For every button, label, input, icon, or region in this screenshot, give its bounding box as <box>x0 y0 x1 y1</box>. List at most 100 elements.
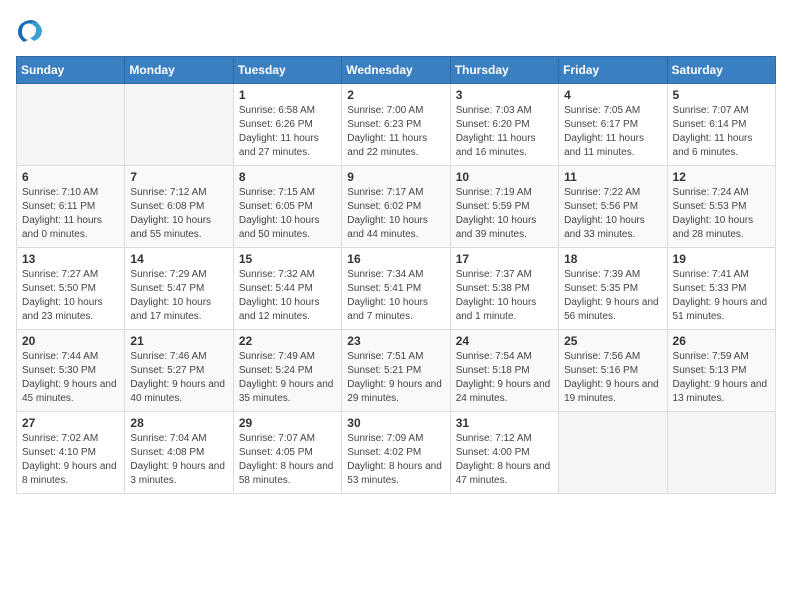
calendar-cell: 2 Sunrise: 7:00 AM Sunset: 6:23 PM Daylig… <box>342 84 450 166</box>
day-info: Sunrise: 7:09 AM Sunset: 4:02 PM Dayligh… <box>347 432 444 488</box>
day-info: Sunrise: 7:15 AM Sunset: 6:05 PM Dayligh… <box>239 186 336 242</box>
day-number: 6 <box>22 170 119 184</box>
day-info: Sunrise: 7:02 AM Sunset: 4:10 PM Dayligh… <box>22 432 119 488</box>
day-info: Sunrise: 7:05 AM Sunset: 6:17 PM Dayligh… <box>564 104 661 160</box>
day-info: Sunrise: 7:41 AM Sunset: 5:33 PM Dayligh… <box>673 268 770 324</box>
day-info: Sunrise: 7:24 AM Sunset: 5:53 PM Dayligh… <box>673 186 770 242</box>
day-info: Sunrise: 7:46 AM Sunset: 5:27 PM Dayligh… <box>130 350 227 406</box>
day-info: Sunrise: 7:37 AM Sunset: 5:38 PM Dayligh… <box>456 268 553 324</box>
week-row-3: 13 Sunrise: 7:27 AM Sunset: 5:50 PM Dayli… <box>17 248 776 330</box>
week-row-4: 20 Sunrise: 7:44 AM Sunset: 5:30 PM Dayli… <box>17 330 776 412</box>
weekday-tuesday: Tuesday <box>233 57 341 84</box>
day-info: Sunrise: 7:29 AM Sunset: 5:47 PM Dayligh… <box>130 268 227 324</box>
day-info: Sunrise: 7:59 AM Sunset: 5:13 PM Dayligh… <box>673 350 770 406</box>
calendar-cell: 8Sunrise: 7:15 AM Sunset: 6:05 PM Daylig… <box>233 166 341 248</box>
calendar-cell: 22Sunrise: 7:49 AM Sunset: 5:24 PM Dayli… <box>233 330 341 412</box>
day-number: 20 <box>22 334 119 348</box>
day-number: 5 <box>673 88 770 102</box>
weekday-friday: Friday <box>559 57 667 84</box>
day-info: Sunrise: 7:04 AM Sunset: 4:08 PM Dayligh… <box>130 432 227 488</box>
day-info: Sunrise: 7:51 AM Sunset: 5:21 PM Dayligh… <box>347 350 444 406</box>
calendar-cell: 24 Sunrise: 7:54 AM Sunset: 5:18 PM Dayli… <box>450 330 558 412</box>
day-number: 28 <box>130 416 227 430</box>
calendar-cell: 20 Sunrise: 7:44 AM Sunset: 5:30 PM Dayli… <box>17 330 125 412</box>
day-number: 12 <box>673 170 770 184</box>
calendar-cell: 3 Sunrise: 7:03 AM Sunset: 6:20 PM Daylig… <box>450 84 558 166</box>
weekday-sunday: Sunday <box>17 57 125 84</box>
day-number: 13 <box>22 252 119 266</box>
day-number: 22 <box>239 334 336 348</box>
calendar-cell: 16 Sunrise: 7:34 AM Sunset: 5:41 PM Dayli… <box>342 248 450 330</box>
day-info: Sunrise: 7:34 AM Sunset: 5:41 PM Dayligh… <box>347 268 444 324</box>
day-number: 18 <box>564 252 661 266</box>
calendar-table: SundayMondayTuesdayWednesdayThursdayFrid… <box>16 56 776 494</box>
calendar-cell: 14 Sunrise: 7:29 AM Sunset: 5:47 PM Dayli… <box>125 248 233 330</box>
weekday-saturday: Saturday <box>667 57 775 84</box>
day-number: 14 <box>130 252 227 266</box>
calendar-cell <box>17 84 125 166</box>
day-number: 21 <box>130 334 227 348</box>
day-info: Sunrise: 7:44 AM Sunset: 5:30 PM Dayligh… <box>22 350 119 406</box>
day-info: Sunrise: 7:32 AM Sunset: 5:44 PM Dayligh… <box>239 268 336 324</box>
calendar-cell: 23 Sunrise: 7:51 AM Sunset: 5:21 PM Dayli… <box>342 330 450 412</box>
week-row-5: 27 Sunrise: 7:02 AM Sunset: 4:10 PM Dayli… <box>17 412 776 494</box>
day-info: Sunrise: 7:22 AM Sunset: 5:56 PM Dayligh… <box>564 186 661 242</box>
calendar-cell: 28 Sunrise: 7:04 AM Sunset: 4:08 PM Dayli… <box>125 412 233 494</box>
day-number: 15 <box>239 252 336 266</box>
day-number: 27 <box>22 416 119 430</box>
day-number: 11 <box>564 170 661 184</box>
day-info: Sunrise: 7:07 AM Sunset: 6:14 PM Dayligh… <box>673 104 770 160</box>
day-number: 19 <box>673 252 770 266</box>
day-info: Sunrise: 7:39 AM Sunset: 5:35 PM Dayligh… <box>564 268 661 324</box>
calendar-cell: 15 Sunrise: 7:32 AM Sunset: 5:44 PM Dayli… <box>233 248 341 330</box>
day-number: 23 <box>347 334 444 348</box>
day-number: 26 <box>673 334 770 348</box>
calendar-cell: 26 Sunrise: 7:59 AM Sunset: 5:13 PM Dayli… <box>667 330 775 412</box>
week-row-2: 6 Sunrise: 7:10 AM Sunset: 6:11 PM Daylig… <box>17 166 776 248</box>
day-number: 3 <box>456 88 553 102</box>
page-header <box>16 16 776 44</box>
day-number: 30 <box>347 416 444 430</box>
calendar-cell: 10Sunrise: 7:19 AM Sunset: 5:59 PM Dayli… <box>450 166 558 248</box>
logo <box>16 16 46 44</box>
calendar-cell: 13 Sunrise: 7:27 AM Sunset: 5:50 PM Dayli… <box>17 248 125 330</box>
weekday-header-row: SundayMondayTuesdayWednesdayThursdayFrid… <box>17 57 776 84</box>
calendar-cell: 30 Sunrise: 7:09 AM Sunset: 4:02 PM Dayli… <box>342 412 450 494</box>
day-number: 25 <box>564 334 661 348</box>
day-number: 17 <box>456 252 553 266</box>
day-info: Sunrise: 7:56 AM Sunset: 5:16 PM Dayligh… <box>564 350 661 406</box>
calendar-cell: 1 Sunrise: 6:58 AM Sunset: 6:26 PM Daylig… <box>233 84 341 166</box>
calendar-cell: 31Sunrise: 7:12 AM Sunset: 4:00 PM Dayli… <box>450 412 558 494</box>
weekday-monday: Monday <box>125 57 233 84</box>
day-number: 9 <box>347 170 444 184</box>
calendar-cell <box>667 412 775 494</box>
day-info: Sunrise: 7:54 AM Sunset: 5:18 PM Dayligh… <box>456 350 553 406</box>
day-number: 7 <box>130 170 227 184</box>
calendar-cell: 12 Sunrise: 7:24 AM Sunset: 5:53 PM Dayli… <box>667 166 775 248</box>
day-info: Sunrise: 7:19 AM Sunset: 5:59 PM Dayligh… <box>456 186 553 242</box>
day-info: Sunrise: 7:03 AM Sunset: 6:20 PM Dayligh… <box>456 104 553 160</box>
day-number: 2 <box>347 88 444 102</box>
day-info: Sunrise: 6:58 AM Sunset: 6:26 PM Dayligh… <box>239 104 336 160</box>
day-number: 24 <box>456 334 553 348</box>
day-info: Sunrise: 7:10 AM Sunset: 6:11 PM Dayligh… <box>22 186 119 242</box>
day-info: Sunrise: 7:07 AM Sunset: 4:05 PM Dayligh… <box>239 432 336 488</box>
calendar-cell: 5 Sunrise: 7:07 AM Sunset: 6:14 PM Daylig… <box>667 84 775 166</box>
weekday-thursday: Thursday <box>450 57 558 84</box>
calendar-cell <box>125 84 233 166</box>
day-number: 16 <box>347 252 444 266</box>
day-info: Sunrise: 7:12 AM Sunset: 6:08 PM Dayligh… <box>130 186 227 242</box>
calendar-cell: 21 Sunrise: 7:46 AM Sunset: 5:27 PM Dayli… <box>125 330 233 412</box>
day-info: Sunrise: 7:12 AM Sunset: 4:00 PM Dayligh… <box>456 432 553 488</box>
calendar-cell: 7 Sunrise: 7:12 AM Sunset: 6:08 PM Daylig… <box>125 166 233 248</box>
calendar-cell <box>559 412 667 494</box>
day-info: Sunrise: 7:27 AM Sunset: 5:50 PM Dayligh… <box>22 268 119 324</box>
day-info: Sunrise: 7:17 AM Sunset: 6:02 PM Dayligh… <box>347 186 444 242</box>
day-info: Sunrise: 7:00 AM Sunset: 6:23 PM Dayligh… <box>347 104 444 160</box>
calendar-cell: 27 Sunrise: 7:02 AM Sunset: 4:10 PM Dayli… <box>17 412 125 494</box>
calendar-cell: 4Sunrise: 7:05 AM Sunset: 6:17 PM Daylig… <box>559 84 667 166</box>
calendar-cell: 25 Sunrise: 7:56 AM Sunset: 5:16 PM Dayli… <box>559 330 667 412</box>
logo-icon <box>16 16 44 44</box>
day-number: 1 <box>239 88 336 102</box>
calendar-cell: 9 Sunrise: 7:17 AM Sunset: 6:02 PM Daylig… <box>342 166 450 248</box>
